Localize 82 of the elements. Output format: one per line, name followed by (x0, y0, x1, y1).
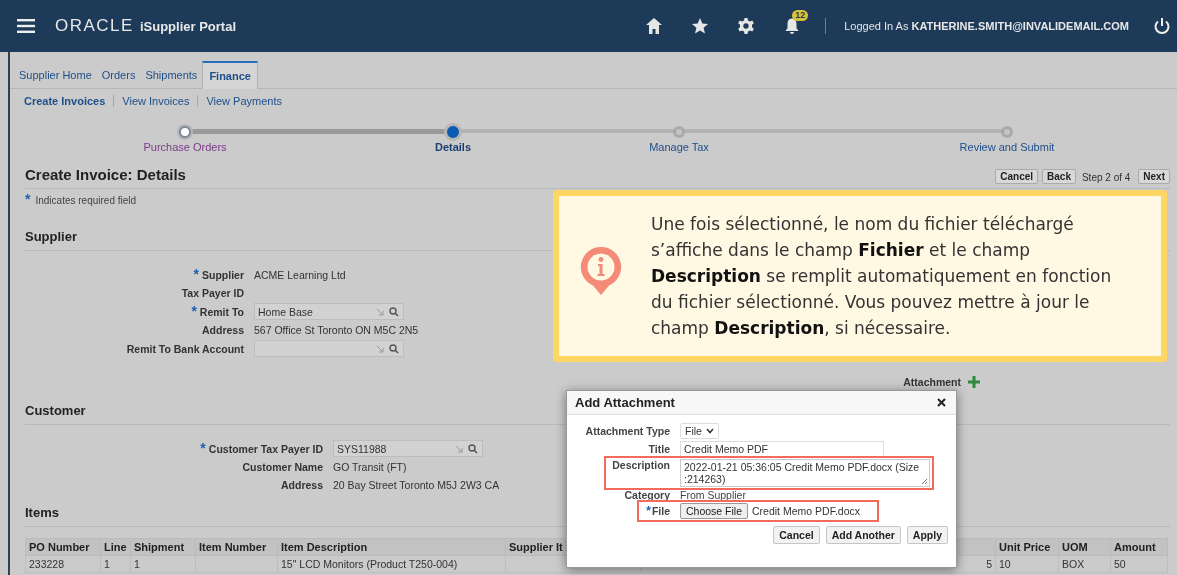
column-header: Item Number (195, 538, 278, 556)
power-icon[interactable] (1153, 17, 1171, 35)
add-icon[interactable] (967, 375, 981, 389)
menu-icon[interactable] (17, 19, 35, 33)
dialog-button[interactable]: Cancel (773, 526, 820, 544)
field-label: Address (202, 323, 244, 338)
field-value: 567 Office St Toronto ON M5C 2N5 (254, 323, 419, 338)
field-label: *File (645, 504, 670, 518)
step-label[interactable]: Details (434, 141, 472, 153)
title-field[interactable]: Credit Memo PDF (680, 441, 884, 457)
sub-tab[interactable]: Create Invoices (24, 95, 114, 107)
sub-tab[interactable]: View Payments (197, 95, 290, 107)
required-mark: * (191, 303, 197, 319)
step-label[interactable]: Manage Tax (649, 141, 709, 153)
search-icon[interactable] (389, 343, 399, 354)
table-cell: 1 (100, 555, 131, 573)
field-label: Description (611, 459, 670, 471)
page-button[interactable]: Cancel (995, 169, 1039, 184)
table-cell: 15" LCD Monitors (Product T250-004) (277, 555, 506, 573)
field-value: ACME Learning Ltd (254, 267, 346, 283)
table-cell: 10 (995, 555, 1059, 573)
table-cell: BOX (1058, 555, 1111, 573)
lookup-field[interactable]: SYS11988 (333, 440, 483, 457)
nav-tab[interactable]: Finance (202, 61, 258, 89)
field-label: Category (623, 489, 670, 501)
page-title: Create Invoice: Details (25, 166, 186, 185)
nav-tab[interactable]: Shipments (140, 69, 203, 88)
settings-icon[interactable] (737, 17, 756, 35)
required-mark: * (25, 191, 31, 207)
file-name: Credit Memo PDF.docx (752, 505, 860, 517)
required-mark: * (193, 266, 199, 282)
sub-tab[interactable]: View Invoices (113, 95, 198, 107)
search-icon[interactable] (468, 443, 478, 454)
table-cell: 1 (130, 555, 196, 573)
field-value: From Supplier (680, 489, 747, 501)
dialog-button[interactable]: Apply (906, 526, 948, 544)
caret-icon (705, 428, 714, 434)
column-header: Item Description (277, 538, 506, 556)
field-label: Title (647, 443, 670, 455)
dialog-button[interactable]: Add Another (825, 526, 901, 544)
lookup-field[interactable]: Home Base (254, 303, 404, 320)
column-header: UOM (1058, 538, 1111, 556)
page-button[interactable]: Back (1042, 169, 1076, 184)
brand-logo: ORACLE (55, 16, 134, 36)
app-title: iSupplier Portal (139, 18, 236, 34)
column-header: Shipment (130, 538, 196, 556)
attachment-label: Attachment (903, 376, 961, 388)
field-label: * Supplier (193, 266, 244, 283)
choose-file-button[interactable]: Choose File (680, 503, 749, 519)
field-value: 20 Bay Street Toronto M5J 2W3 CA (333, 478, 500, 493)
user-info: Logged In As KATHERINE.SMITH@INVALIDEMAIL.COM (844, 20, 1129, 32)
table-cell: 233228 (25, 555, 101, 573)
resize-grip-icon[interactable] (921, 478, 928, 485)
column-header: PO Number (25, 538, 101, 556)
search-icon[interactable] (389, 306, 399, 317)
next-button[interactable]: Next (1138, 169, 1170, 184)
field-label: Tax Payer ID (181, 286, 244, 301)
type-select[interactable]: File (680, 423, 719, 439)
column-header: Line (100, 538, 131, 556)
field-value: GO Transit (FT) (333, 460, 407, 475)
notification-badge: 12 (792, 10, 809, 21)
table-cell: 50 (1110, 555, 1168, 573)
step-label[interactable]: Purchase Orders (143, 141, 227, 153)
field-label: * Remit To (191, 303, 244, 320)
close-icon[interactable] (937, 398, 946, 407)
column-header: Unit Price (995, 538, 1059, 556)
field-label: Attachment Type (584, 425, 670, 437)
required-mark: * (200, 440, 206, 456)
field-label: Address (281, 478, 323, 493)
field-label: Remit To Bank Account (126, 341, 244, 357)
required-note: Indicates required field (35, 195, 137, 206)
field-label: * Customer Tax Payer ID (200, 440, 323, 457)
step-label[interactable]: Review and Submit (959, 141, 1055, 153)
nav-tab[interactable]: Orders (96, 69, 141, 88)
field-label: Customer Name (242, 460, 323, 475)
star-icon[interactable] (691, 17, 710, 35)
home-icon[interactable] (645, 17, 664, 35)
lookup-field[interactable] (254, 340, 404, 357)
nav-tab[interactable]: Supplier Home (14, 69, 97, 88)
column-header: Amount (1110, 538, 1168, 556)
step-indicator: Step 2 of 4 (1081, 172, 1131, 183)
description-field[interactable]: 2022-01-21 05:36:05 Credit Memo PDF.docx (Size :214263) (680, 459, 930, 487)
